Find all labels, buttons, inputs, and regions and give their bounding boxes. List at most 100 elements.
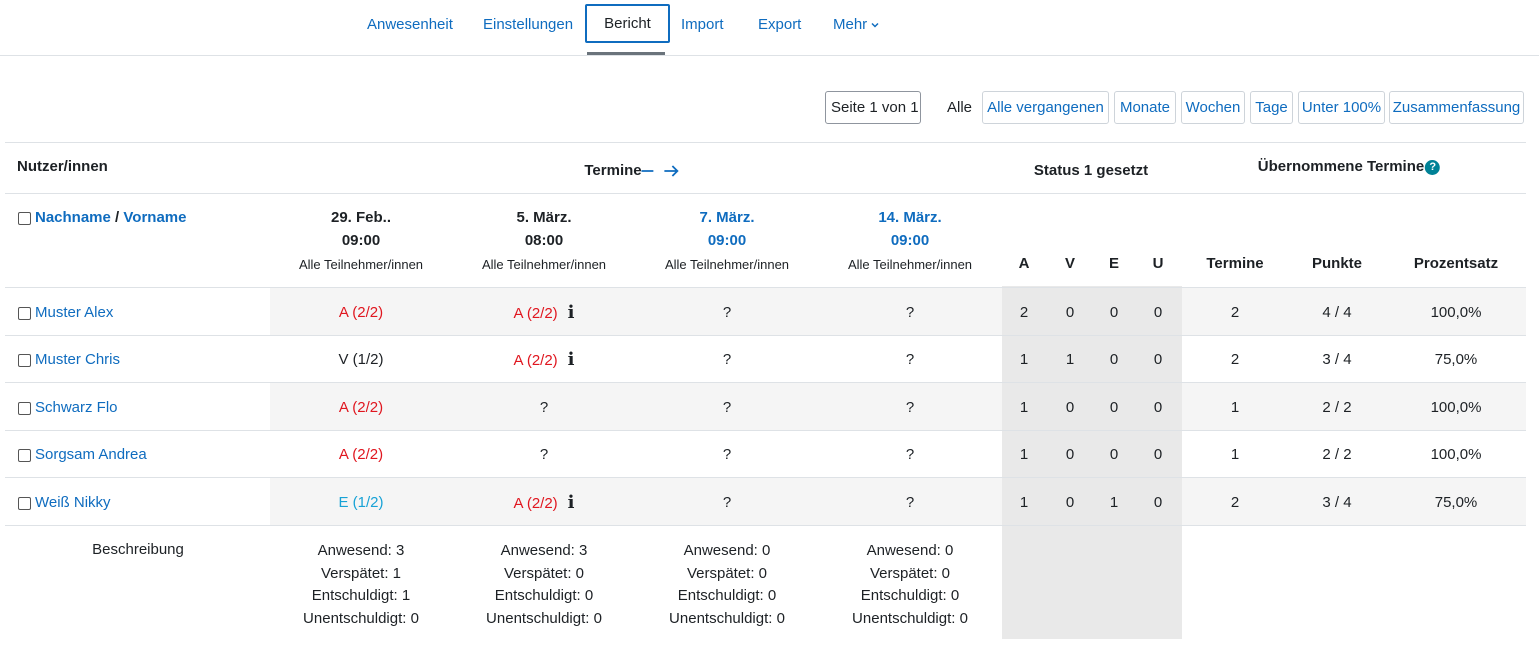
session-date-link[interactable]: 14. März. <box>878 209 941 226</box>
attendance-value: A (2/2) <box>513 352 558 369</box>
summary-line: Anwesend: 3 <box>317 542 405 559</box>
attendance-cell-with-info: A (2/2) i <box>513 349 574 370</box>
status-count: 0 <box>1065 446 1075 463</box>
status-count: 0 <box>1153 399 1163 416</box>
attendance-cell: E (1/2) <box>338 494 384 511</box>
name-separator: / <box>115 209 120 226</box>
tab-mehr[interactable]: Mehr <box>833 16 880 33</box>
attendance-cell-with-info: A (2/2) i <box>513 302 574 323</box>
session-time-link[interactable]: 09:00 <box>708 232 746 249</box>
status-count: 0 <box>1109 399 1119 416</box>
summary-line: Verspätet: 1 <box>320 564 402 582</box>
attendance-cell: ? <box>722 494 732 511</box>
collapse-minus-icon[interactable] <box>641 166 655 176</box>
user-name-link[interactable]: Muster Chris <box>35 351 120 368</box>
session-group: Alle Teilnehmer/innen <box>298 257 424 272</box>
filter-unter-100-button[interactable]: Unter 100% <box>1298 91 1385 124</box>
summary-line: Verspätet: 0 <box>686 564 768 582</box>
summary-line: Entschuldigt: 0 <box>860 587 960 605</box>
filter-alle-vergangenen-button[interactable]: Alle vergangenen <box>982 91 1109 124</box>
tab-anwesenheit[interactable]: Anwesenheit <box>367 16 453 33</box>
termine-value: 1 <box>1230 446 1240 463</box>
status-count: 0 <box>1153 304 1163 321</box>
info-icon[interactable]: i <box>568 349 575 370</box>
user-name-link[interactable]: Muster Alex <box>35 304 113 321</box>
tab-einstellungen[interactable]: Einstellungen <box>483 16 573 33</box>
info-icon[interactable]: i <box>568 302 575 323</box>
status-count: 0 <box>1153 446 1163 463</box>
sessions-header-label: Termine <box>584 162 642 179</box>
attendance-cell: A (2/2) <box>338 446 384 463</box>
status-count: 1 <box>1019 399 1029 416</box>
divider <box>5 477 1526 478</box>
page-indicator-button[interactable]: Seite 1 von 1 <box>825 91 921 124</box>
termine-value: 2 <box>1230 304 1240 321</box>
attendance-value: A (2/2) <box>513 305 558 322</box>
summary-line: Unentschuldigt: 0 <box>852 610 968 628</box>
termine-value: 1 <box>1230 399 1240 416</box>
session-group: Alle Teilnehmer/innen <box>481 257 607 272</box>
punkte-value: 2 / 2 <box>1322 446 1352 463</box>
summary-line: Entschuldigt: 0 <box>677 587 777 605</box>
status-col-header: U <box>1152 255 1164 272</box>
summary-line: Entschuldigt: 1 <box>311 587 411 605</box>
tab-bericht[interactable]: Bericht <box>585 4 670 43</box>
status-count: 0 <box>1153 351 1163 368</box>
session-time: 08:00 <box>524 232 564 249</box>
sessions-header: Termine <box>584 162 679 179</box>
session-date-link[interactable]: 7. März. <box>699 209 754 226</box>
summary-line: Verspätet: 0 <box>503 564 585 582</box>
session-time: 09:00 <box>341 232 381 249</box>
termine-value: 2 <box>1230 351 1240 368</box>
row-checkbox[interactable] <box>18 402 31 415</box>
prozent-value: 75,0% <box>1434 351 1478 368</box>
summary-line: Unentschuldigt: 0 <box>303 610 419 628</box>
session-summary: Anwesend: 3 Verspätet: 0 Entschuldigt: 0… <box>486 540 602 631</box>
status-header: Status 1 gesetzt <box>1033 162 1149 179</box>
prozent-value: 100,0% <box>1430 304 1482 321</box>
user-name-link[interactable]: Sorgsam Andrea <box>35 446 147 463</box>
attendance-cell: ? <box>722 304 732 321</box>
session-group: Alle Teilnehmer/innen <box>847 257 973 272</box>
filter-monate-button[interactable]: Monate <box>1114 91 1176 124</box>
status-count: 0 <box>1109 446 1119 463</box>
status-count: 0 <box>1065 399 1075 416</box>
row-checkbox[interactable] <box>18 354 31 367</box>
tab-export[interactable]: Export <box>758 16 801 33</box>
row-checkbox[interactable] <box>18 449 31 462</box>
select-all-checkbox[interactable] <box>18 212 31 225</box>
sort-lastname-link[interactable]: Nachname <box>35 209 111 226</box>
prozent-value: 100,0% <box>1430 399 1482 416</box>
user-name-link[interactable]: Weiß Nikky <box>35 494 111 511</box>
row-checkbox[interactable] <box>18 497 31 510</box>
summary-label: Beschreibung <box>92 541 184 558</box>
info-icon[interactable]: i <box>568 492 575 513</box>
attendance-cell: ? <box>905 351 915 368</box>
user-name-link[interactable]: Schwarz Flo <box>35 399 118 416</box>
filter-tage-button[interactable]: Tage <box>1250 91 1293 124</box>
attendance-cell: ? <box>905 446 915 463</box>
status-count: 0 <box>1109 351 1119 368</box>
sort-firstname-link[interactable]: Vorname <box>123 209 186 226</box>
status-count: 1 <box>1019 494 1029 511</box>
secondary-navigation: Anwesenheit Einstellungen Bericht Import… <box>0 0 1539 56</box>
row-checkbox[interactable] <box>18 307 31 320</box>
divider <box>5 382 1526 383</box>
attendance-cell: ? <box>905 494 915 511</box>
status-count: 2 <box>1019 304 1029 321</box>
filter-zusammenfassung-button[interactable]: Zusammenfassung <box>1389 91 1524 124</box>
filter-wochen-button[interactable]: Wochen <box>1181 91 1245 124</box>
divider <box>5 335 1526 336</box>
attendance-cell: A (2/2) <box>338 304 384 321</box>
prozent-value: 75,0% <box>1434 494 1478 511</box>
tab-import[interactable]: Import <box>681 16 724 33</box>
help-icon[interactable]: ? <box>1425 159 1441 175</box>
status-col-header: V <box>1064 255 1076 272</box>
attendance-cell: ? <box>722 399 732 416</box>
divider <box>5 430 1526 431</box>
attendance-cell: ? <box>722 446 732 463</box>
taken-sessions-header: Übernommene Termine? <box>1258 158 1441 175</box>
session-time-link[interactable]: 09:00 <box>891 232 929 249</box>
punkte-value: 2 / 2 <box>1322 399 1352 416</box>
arrow-right-icon[interactable] <box>664 164 680 178</box>
